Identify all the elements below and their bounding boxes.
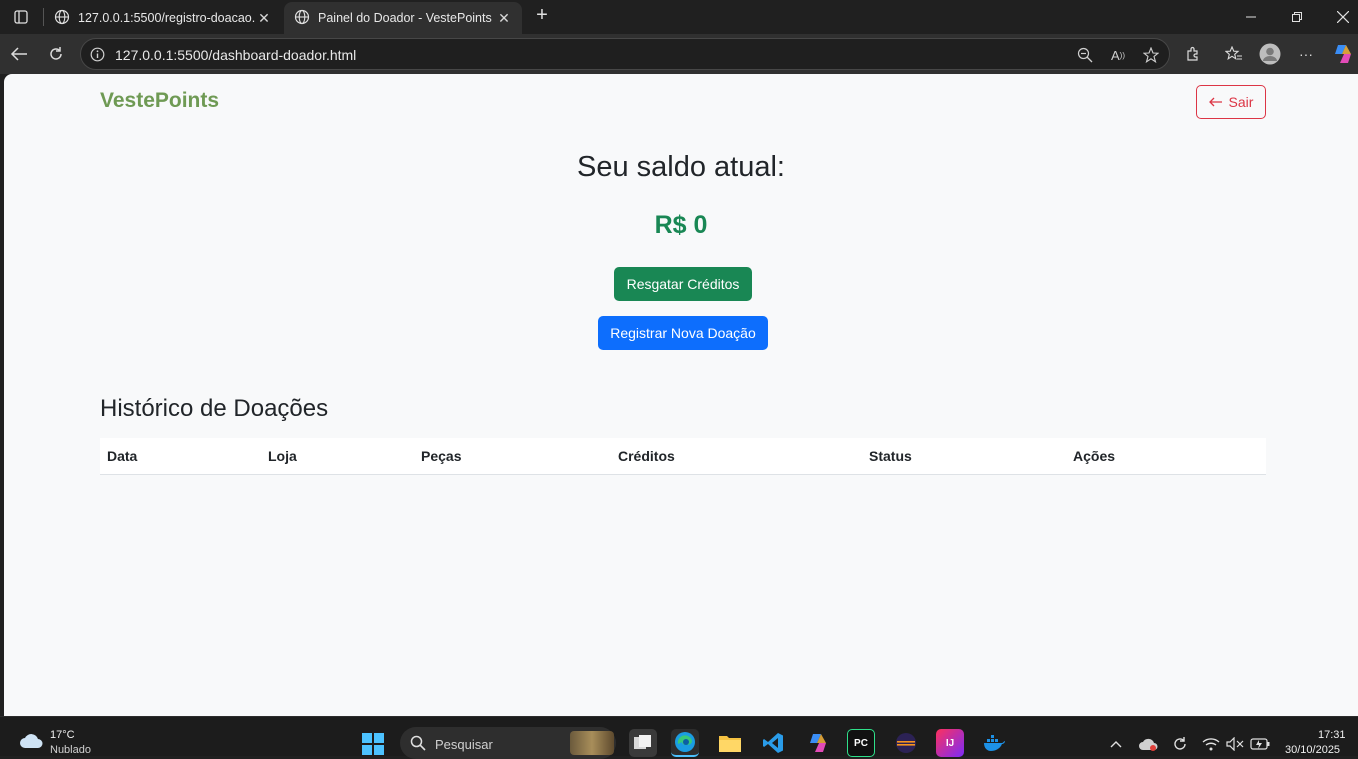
close-window-icon[interactable]: [1320, 0, 1358, 34]
minimize-icon[interactable]: [1228, 0, 1274, 34]
logout-label: Sair: [1228, 94, 1254, 110]
docker-icon[interactable]: [980, 729, 1008, 757]
tab-title: 127.0.0.1:5500/registro-doacao.html: [78, 11, 256, 25]
favorite-star-icon[interactable]: [1141, 47, 1161, 63]
vscode-icon[interactable]: [759, 729, 787, 757]
url-text: 127.0.0.1:5500/dashboard-doador.html: [115, 47, 357, 63]
tab-actions-icon[interactable]: [8, 6, 34, 28]
column-header-status: Status: [869, 448, 912, 464]
browser-tab-bar: 127.0.0.1:5500/registro-doacao.html ✕ Pa…: [0, 0, 1358, 34]
balance-value: R$ 0: [654, 211, 708, 239]
weather-description[interactable]: Nublado: [50, 744, 91, 756]
chevron-up-icon[interactable]: [1106, 735, 1126, 753]
edge-browser-icon[interactable]: [671, 729, 699, 757]
more-options-icon[interactable]: ···: [1293, 42, 1319, 66]
volume-muted-icon[interactable]: [1225, 735, 1245, 753]
weather-temperature[interactable]: 17°C: [50, 729, 75, 741]
intellij-icon[interactable]: IJ: [936, 729, 964, 757]
address-bar[interactable]: 127.0.0.1:5500/dashboard-doador.html A)): [80, 38, 1170, 70]
close-icon[interactable]: ✕: [256, 10, 272, 27]
zoom-out-icon[interactable]: [1075, 47, 1095, 63]
globe-icon: [294, 9, 310, 28]
reload-icon[interactable]: [43, 42, 69, 66]
column-header-acoes: Ações: [1073, 448, 1116, 464]
file-explorer-icon[interactable]: [716, 729, 744, 757]
taskbar-search[interactable]: Pesquisar: [400, 727, 616, 759]
windows-start-icon[interactable]: [362, 733, 384, 755]
balance-heading: Seu saldo atual:: [577, 151, 785, 183]
column-header-loja: Loja: [268, 448, 297, 464]
windows-taskbar: 17°C Nublado Pesquisar PC IJ 17:31 30/10…: [0, 716, 1358, 759]
column-header-creditos: Créditos: [618, 448, 675, 464]
column-header-data: Data: [107, 448, 138, 464]
search-highlight-image: [570, 731, 614, 755]
logout-button[interactable]: Sair: [1196, 85, 1266, 119]
favorites-icon[interactable]: [1221, 42, 1247, 66]
task-view-icon[interactable]: [629, 729, 657, 757]
restore-icon[interactable]: [1274, 0, 1320, 34]
clock-time[interactable]: 17:31: [1318, 729, 1346, 741]
register-donation-button[interactable]: Registrar Nova Doação: [598, 316, 768, 350]
search-icon: [410, 735, 426, 756]
wifi-icon[interactable]: [1201, 735, 1221, 753]
redeem-credits-button[interactable]: Resgatar Créditos: [614, 267, 752, 301]
history-table-header: Data Loja Peças Créditos Status Ações: [100, 438, 1266, 475]
back-icon[interactable]: [6, 42, 32, 66]
sync-icon[interactable]: [1170, 735, 1190, 753]
eclipse-icon[interactable]: [892, 729, 920, 757]
copilot-icon[interactable]: [1330, 42, 1356, 66]
close-icon[interactable]: ✕: [496, 10, 512, 27]
column-header-pecas: Peças: [421, 448, 462, 464]
arrow-left-icon: [1208, 94, 1223, 110]
tab-registro-doacao[interactable]: 127.0.0.1:5500/registro-doacao.html ✕: [44, 2, 282, 34]
battery-icon[interactable]: [1250, 735, 1270, 753]
onedrive-icon[interactable]: [1138, 735, 1158, 753]
search-placeholder: Pesquisar: [435, 737, 493, 752]
new-tab-icon[interactable]: +: [530, 4, 554, 28]
profile-avatar-icon[interactable]: [1257, 42, 1283, 66]
clock-date[interactable]: 30/10/2025: [1285, 744, 1340, 756]
read-aloud-icon[interactable]: A)): [1108, 47, 1128, 63]
globe-icon: [54, 9, 70, 28]
tab-title: Painel do Doador - VestePoints: [318, 11, 492, 25]
tab-painel-doador[interactable]: Painel do Doador - VestePoints ✕: [284, 2, 522, 34]
pycharm-icon[interactable]: PC: [847, 729, 875, 757]
extensions-icon[interactable]: [1180, 42, 1206, 66]
browser-toolbar: 127.0.0.1:5500/dashboard-doador.html A))…: [0, 34, 1358, 74]
history-title: Histórico de Doações: [100, 395, 329, 422]
brand-logo[interactable]: VestePoints: [100, 89, 219, 113]
page-viewport: VestePoints Sair Seu saldo atual: R$ 0 R…: [4, 74, 1358, 716]
cloud-weather-icon[interactable]: [18, 731, 44, 754]
info-icon[interactable]: [90, 47, 105, 67]
copilot-app-icon[interactable]: [804, 729, 832, 757]
